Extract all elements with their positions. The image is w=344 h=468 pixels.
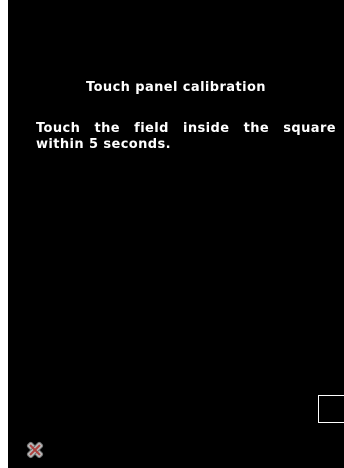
page-title: Touch panel calibration <box>86 80 266 95</box>
calibration-screen[interactable]: Touch panel calibration Touch the field … <box>8 0 344 468</box>
instructions-text: Touch the field inside the square within… <box>36 121 336 152</box>
calibration-target-square[interactable] <box>318 395 344 423</box>
close-x-icon <box>26 441 44 459</box>
close-button[interactable] <box>24 439 46 461</box>
